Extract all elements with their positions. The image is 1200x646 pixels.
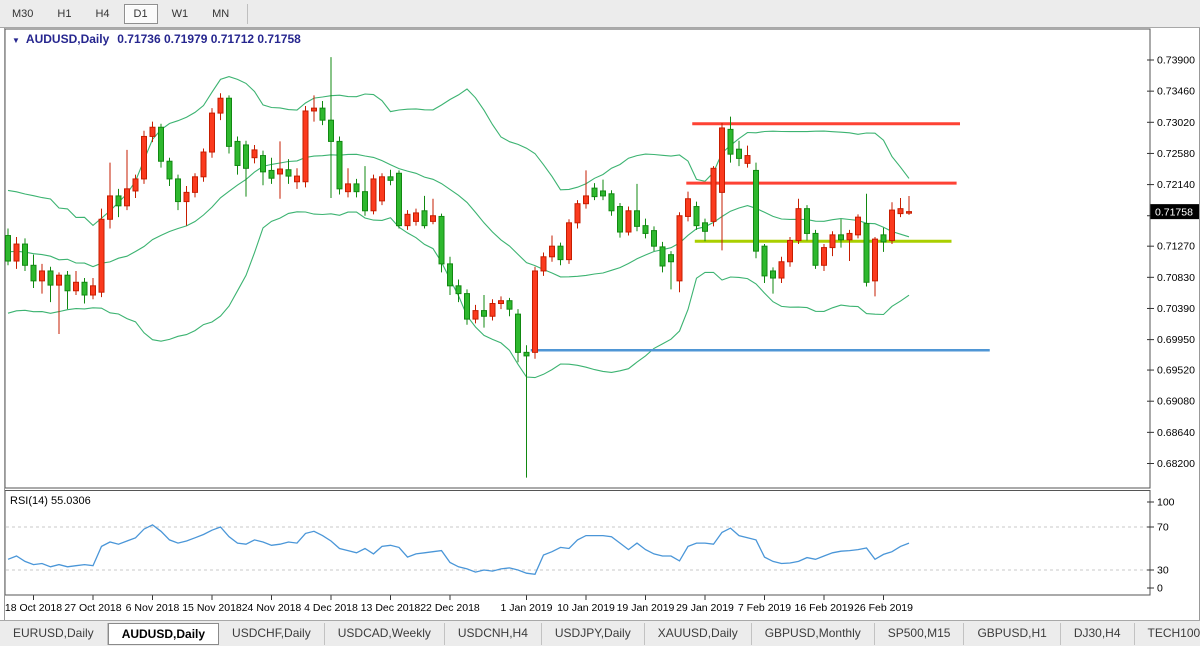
- chart-tab-usdcnh-h4[interactable]: USDCNH,H4: [445, 623, 542, 645]
- chart-tab-audusd-daily[interactable]: AUDUSD,Daily: [108, 623, 219, 645]
- svg-text:70: 70: [1157, 522, 1169, 534]
- main-panel: [5, 29, 1150, 488]
- svg-text:0.69520: 0.69520: [1157, 365, 1195, 377]
- svg-text:1 Jan 2019: 1 Jan 2019: [501, 602, 553, 614]
- rsi-label: RSI(14) 55.0306: [10, 495, 91, 507]
- timeframe-toolbar: M30H1H4D1W1MN: [0, 0, 1200, 28]
- svg-text:0.73460: 0.73460: [1157, 86, 1195, 98]
- svg-text:0.71270: 0.71270: [1157, 241, 1195, 253]
- chart-tab-gbpusd-monthly[interactable]: GBPUSD,Monthly: [752, 623, 875, 645]
- svg-text:0.71758: 0.71758: [1155, 207, 1193, 219]
- timeframe-button-mn[interactable]: MN: [202, 4, 239, 24]
- timeframe-button-d1[interactable]: D1: [124, 4, 158, 24]
- chart-tab-sp500-m15[interactable]: SP500,M15: [875, 623, 965, 645]
- svg-text:0.69950: 0.69950: [1157, 334, 1195, 346]
- svg-text:30: 30: [1157, 565, 1169, 577]
- svg-text:0.72140: 0.72140: [1157, 179, 1195, 191]
- svg-text:0.68640: 0.68640: [1157, 427, 1195, 439]
- svg-text:29 Jan 2019: 29 Jan 2019: [676, 602, 734, 614]
- svg-text:0.70390: 0.70390: [1157, 303, 1195, 315]
- svg-text:0: 0: [1157, 583, 1163, 595]
- svg-text:13 Dec 2018: 13 Dec 2018: [361, 602, 421, 614]
- svg-text:0.73020: 0.73020: [1157, 117, 1195, 129]
- chart-tab-xauusd-daily[interactable]: XAUUSD,Daily: [645, 623, 752, 645]
- svg-text:16 Feb 2019: 16 Feb 2019: [795, 602, 854, 614]
- chart-tab-eurusd-daily[interactable]: EURUSD,Daily: [0, 623, 108, 645]
- svg-text:22 Dec 2018: 22 Dec 2018: [420, 602, 480, 614]
- chart-window: ▼AUDUSD,Daily0.71736 0.71979 0.71712 0.7…: [0, 28, 1200, 620]
- svg-text:24 Nov 2018: 24 Nov 2018: [242, 602, 302, 614]
- timeframe-button-w1[interactable]: W1: [162, 4, 199, 24]
- svg-text:0.68200: 0.68200: [1157, 458, 1195, 470]
- toolbar-separator: [247, 4, 248, 24]
- svg-text:0.73900: 0.73900: [1157, 55, 1195, 67]
- chart-tab-gbpusd-h1[interactable]: GBPUSD,H1: [964, 623, 1060, 645]
- svg-text:19 Jan 2019: 19 Jan 2019: [617, 602, 675, 614]
- svg-text:4 Dec 2018: 4 Dec 2018: [304, 602, 358, 614]
- svg-text:18 Oct 2018: 18 Oct 2018: [5, 602, 62, 614]
- svg-text:100: 100: [1157, 497, 1175, 509]
- svg-text:0.70830: 0.70830: [1157, 272, 1195, 284]
- svg-text:0.72580: 0.72580: [1157, 148, 1195, 160]
- svg-text:27 Oct 2018: 27 Oct 2018: [64, 602, 121, 614]
- chart-tab-tech100-h[interactable]: TECH100,H: [1135, 623, 1200, 645]
- timeframe-button-m30[interactable]: M30: [2, 4, 43, 24]
- chart-tab-usdcad-weekly[interactable]: USDCAD,Weekly: [325, 623, 445, 645]
- svg-text:10 Jan 2019: 10 Jan 2019: [557, 602, 615, 614]
- chart-tab-usdjpy-daily[interactable]: USDJPY,Daily: [542, 623, 645, 645]
- price-chart[interactable]: ▼AUDUSD,Daily0.71736 0.71979 0.71712 0.7…: [0, 28, 1200, 620]
- timeframe-button-h4[interactable]: H4: [85, 4, 119, 24]
- svg-text:26 Feb 2019: 26 Feb 2019: [854, 602, 913, 614]
- timeframe-button-h1[interactable]: H1: [47, 4, 81, 24]
- svg-text:7 Feb 2019: 7 Feb 2019: [738, 602, 791, 614]
- svg-text:0.69080: 0.69080: [1157, 396, 1195, 408]
- chart-tab-usdchf-daily[interactable]: USDCHF,Daily: [219, 623, 325, 645]
- chart-tabs: EURUSD,DailyAUDUSD,DailyUSDCHF,DailyUSDC…: [0, 623, 1200, 645]
- current-price-badge: 0.71758: [1151, 204, 1200, 219]
- svg-text:6 Nov 2018: 6 Nov 2018: [126, 602, 180, 614]
- chart-tabbar: EURUSD,DailyAUDUSD,DailyUSDCHF,DailyUSDC…: [0, 620, 1200, 646]
- svg-text:15 Nov 2018: 15 Nov 2018: [182, 602, 242, 614]
- chart-title: ▼AUDUSD,Daily0.71736 0.71979 0.71712 0.7…: [12, 32, 301, 46]
- chart-tab-dj30-h4[interactable]: DJ30,H4: [1061, 623, 1135, 645]
